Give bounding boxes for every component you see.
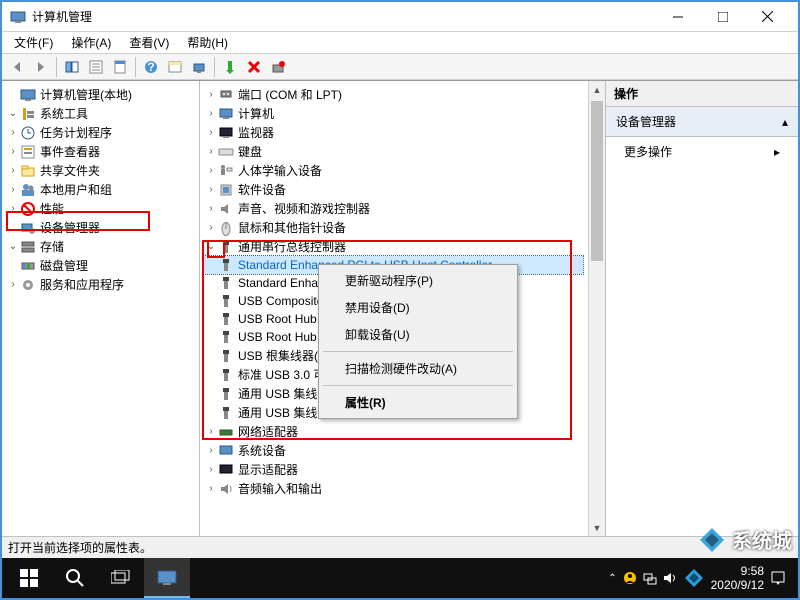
tree-shared-folders[interactable]: ›共享文件夹 <box>6 161 195 180</box>
ctx-update-driver[interactable]: 更新驱动程序(P) <box>321 267 515 294</box>
dev-mouse[interactable]: ›鼠标和其他指针设备 <box>204 218 583 237</box>
tree-system-tools[interactable]: ⌄系统工具 <box>6 104 195 123</box>
tray-up-icon[interactable]: ⌃ <box>608 573 616 584</box>
search-button[interactable] <box>52 558 98 598</box>
taskbar: ⌃ 9:58 2020/9/12 <box>2 558 798 598</box>
scroll-thumb[interactable] <box>591 101 603 261</box>
tree-storage[interactable]: ⌄存储 <box>6 237 195 256</box>
ctx-uninstall[interactable]: 卸载设备(U) <box>321 321 515 348</box>
tray-logo-icon <box>683 567 705 589</box>
tray-network-icon[interactable] <box>643 571 657 585</box>
tree-task-scheduler[interactable]: ›任务计划程序 <box>6 123 195 142</box>
menu-view[interactable]: 查看(V) <box>121 32 177 53</box>
ctx-properties[interactable]: 属性(R) <box>321 389 515 416</box>
tree-event-viewer[interactable]: ›事件查看器 <box>6 142 195 161</box>
taskbar-app[interactable] <box>144 558 190 598</box>
watermark: 系统城 <box>698 525 792 554</box>
notifications-icon[interactable] <box>770 570 786 586</box>
show-hide-button[interactable] <box>61 56 83 78</box>
chevron-right-icon: ▸ <box>774 145 780 159</box>
tree-disk-management[interactable]: 磁盘管理 <box>6 256 195 275</box>
taskbar-clock[interactable]: 9:58 2020/9/12 <box>711 564 764 592</box>
actions-section[interactable]: 设备管理器 ▴ <box>606 107 798 137</box>
menu-file[interactable]: 文件(F) <box>6 32 61 53</box>
collapse-icon[interactable]: ▴ <box>782 115 788 129</box>
dev-display[interactable]: ›显示适配器 <box>204 460 583 479</box>
ctx-disable[interactable]: 禁用设备(D) <box>321 294 515 321</box>
menubar: 文件(F) 操作(A) 查看(V) 帮助(H) <box>2 32 798 54</box>
scan-hardware-button[interactable] <box>188 56 210 78</box>
dev-software[interactable]: ›软件设备 <box>204 180 583 199</box>
window-title: 计算机管理 <box>32 8 655 25</box>
tree-services-apps[interactable]: ›服务和应用程序 <box>6 275 195 294</box>
close-button[interactable] <box>745 3 790 31</box>
tray-volume-icon[interactable] <box>663 571 677 585</box>
tray-user-icon[interactable] <box>623 571 637 585</box>
main-area: 计算机管理(本地) ⌄系统工具 ›任务计划程序 ›事件查看器 ›共享文件夹 ›本… <box>2 80 798 536</box>
ctx-scan-hardware[interactable]: 扫描检测硬件改动(A) <box>321 355 515 382</box>
tree-root[interactable]: 计算机管理(本地) <box>6 85 195 104</box>
scrollbar[interactable]: ▲ ▼ <box>588 81 605 536</box>
help-button[interactable]: ? <box>140 56 162 78</box>
dev-hid[interactable]: ›人体学输入设备 <box>204 161 583 180</box>
tree-performance[interactable]: ›性能 <box>6 199 195 218</box>
menu-action[interactable]: 操作(A) <box>63 32 119 53</box>
titlebar: 计算机管理 <box>2 2 798 32</box>
dev-system[interactable]: ›系统设备 <box>204 441 583 460</box>
view-button[interactable] <box>164 56 186 78</box>
toolbar: ? <box>2 54 798 80</box>
start-button[interactable] <box>6 558 52 598</box>
svg-text:?: ? <box>147 60 154 74</box>
scroll-up-icon[interactable]: ▲ <box>589 81 605 98</box>
device-tree-pane: ›端口 (COM 和 LPT) ›计算机 ›监视器 ›键盘 ›人体学输入设备 ›… <box>200 81 606 536</box>
dev-keyboard[interactable]: ›键盘 <box>204 142 583 161</box>
enable-button[interactable] <box>219 56 241 78</box>
maximize-button[interactable] <box>700 3 745 31</box>
dev-sound[interactable]: ›声音、视频和游戏控制器 <box>204 199 583 218</box>
disable-button[interactable] <box>243 56 265 78</box>
back-button[interactable] <box>6 56 28 78</box>
app-icon <box>10 9 26 25</box>
statusbar: 打开当前选择项的属性表。 <box>2 536 798 558</box>
dev-computer[interactable]: ›计算机 <box>204 104 583 123</box>
status-text: 打开当前选择项的属性表。 <box>8 539 152 556</box>
tree-device-manager[interactable]: 设备管理器 <box>6 218 195 237</box>
task-view-button[interactable] <box>98 558 144 598</box>
actions-pane: 操作 设备管理器 ▴ 更多操作 ▸ <box>606 81 798 536</box>
dev-audio[interactable]: ›音频输入和输出 <box>204 479 583 498</box>
uninstall-button[interactable] <box>267 56 289 78</box>
menu-help[interactable]: 帮助(H) <box>179 32 236 53</box>
properties-button[interactable] <box>85 56 107 78</box>
minimize-button[interactable] <box>655 3 700 31</box>
actions-header: 操作 <box>606 81 798 107</box>
forward-button[interactable] <box>30 56 52 78</box>
left-tree-pane: 计算机管理(本地) ⌄系统工具 ›任务计划程序 ›事件查看器 ›共享文件夹 ›本… <box>2 81 200 536</box>
actions-more[interactable]: 更多操作 ▸ <box>606 137 798 166</box>
tree-local-users[interactable]: ›本地用户和组 <box>6 180 195 199</box>
dev-usb-controllers[interactable]: ⌄通用串行总线控制器 <box>204 237 583 256</box>
scroll-down-icon[interactable]: ▼ <box>589 519 605 536</box>
export-button[interactable] <box>109 56 131 78</box>
context-menu: 更新驱动程序(P) 禁用设备(D) 卸载设备(U) 扫描检测硬件改动(A) 属性… <box>318 264 518 419</box>
dev-monitor[interactable]: ›监视器 <box>204 123 583 142</box>
dev-network[interactable]: ›网络适配器 <box>204 422 583 441</box>
dev-ports[interactable]: ›端口 (COM 和 LPT) <box>204 85 583 104</box>
